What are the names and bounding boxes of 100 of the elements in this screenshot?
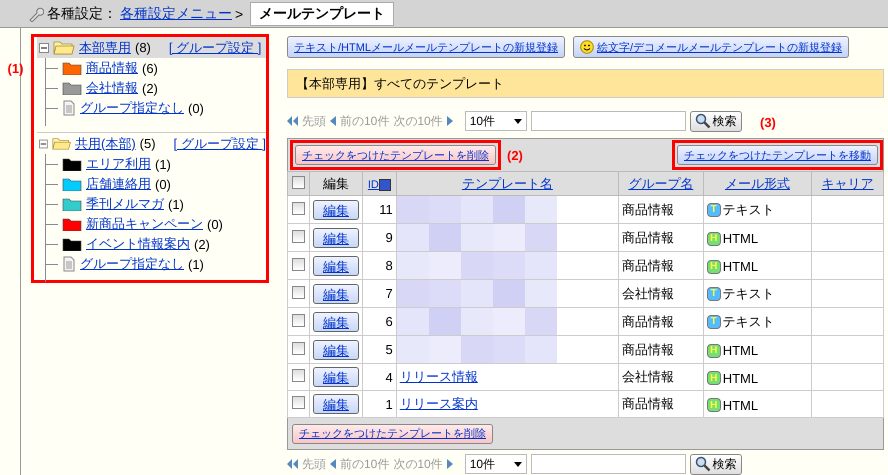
sort-icon[interactable] bbox=[378, 178, 391, 191]
table-cell: 7 bbox=[362, 280, 396, 308]
edit-button[interactable]: 編集 bbox=[312, 256, 359, 276]
edit-button[interactable]: 編集 bbox=[312, 394, 359, 414]
format-label: HTML bbox=[722, 398, 758, 412]
per-page-select[interactable]: 10件 bbox=[464, 454, 527, 474]
group-link[interactable]: グループ指定なし bbox=[80, 255, 184, 273]
format-label: HTML bbox=[722, 259, 758, 274]
group-link[interactable]: 共用(本部) bbox=[74, 134, 136, 152]
row-checkbox[interactable] bbox=[292, 314, 305, 326]
group-link[interactable]: 店舗連絡用 bbox=[86, 175, 151, 193]
group-link[interactable]: 本部専用 bbox=[79, 38, 131, 56]
format-badge: T bbox=[706, 286, 721, 301]
item-count: (1) bbox=[168, 196, 184, 212]
row-checkbox[interactable] bbox=[292, 258, 305, 270]
select-all-checkbox[interactable] bbox=[292, 176, 305, 188]
per-page-select[interactable]: 10件 bbox=[464, 111, 527, 131]
collapse-icon[interactable] bbox=[39, 138, 48, 148]
table-cell: 5 bbox=[362, 336, 396, 364]
left-arrow-icon bbox=[330, 459, 336, 469]
group-link[interactable]: 会社情報 bbox=[86, 79, 138, 97]
item-count: (5) bbox=[140, 136, 156, 151]
format-badge: T bbox=[706, 202, 721, 217]
edit-button[interactable]: 編集 bbox=[312, 200, 359, 220]
row-checkbox[interactable] bbox=[292, 230, 305, 242]
smiley-icon bbox=[580, 40, 594, 54]
tree-group-row[interactable]: 本部専用 (8) [ グループ設定 ] bbox=[37, 37, 266, 58]
item-count: (0) bbox=[207, 216, 223, 232]
search-button[interactable]: 検索 bbox=[690, 454, 742, 474]
left-arrow-icon bbox=[330, 116, 336, 126]
item-count: (6) bbox=[142, 60, 158, 76]
row-checkbox[interactable] bbox=[292, 202, 305, 214]
next-page-label: 次の10件 bbox=[393, 456, 443, 472]
caret-icon bbox=[514, 118, 522, 124]
folder-icon bbox=[52, 136, 71, 151]
table-cell: 会社情報 bbox=[618, 364, 704, 390]
row-checkbox[interactable] bbox=[292, 369, 305, 382]
table-cell: 商品情報 bbox=[618, 196, 704, 224]
group-settings-link[interactable]: [ グループ設定 ] bbox=[168, 38, 262, 56]
edit-button[interactable]: 編集 bbox=[312, 367, 359, 387]
table-cell: 6 bbox=[362, 308, 396, 336]
table-cell: 商品情報 bbox=[618, 336, 704, 364]
section-heading: 【本部専用】すべてのテンプレート bbox=[287, 69, 884, 98]
first-page-label: 先頭 bbox=[302, 456, 326, 472]
search-field[interactable] bbox=[530, 454, 686, 474]
edit-button[interactable]: 編集 bbox=[312, 228, 359, 248]
table-cell: 会社情報 bbox=[618, 280, 704, 308]
delete-button[interactable]: チェックをつけたテンプレートを削除 bbox=[295, 145, 496, 165]
format-label: テキスト bbox=[722, 200, 775, 219]
edit-button[interactable]: 編集 bbox=[312, 284, 359, 304]
format-badge: H bbox=[706, 344, 721, 358]
row-checkbox[interactable] bbox=[292, 342, 305, 354]
item-count: (8) bbox=[135, 40, 151, 55]
row-checkbox[interactable] bbox=[292, 286, 305, 298]
format-badge: H bbox=[706, 398, 721, 412]
tree-group-row[interactable]: 共用(本部) (5) [ グループ設定 ] bbox=[37, 133, 266, 154]
format-badge: T bbox=[706, 314, 721, 329]
table-cell: 商品情報 bbox=[618, 308, 704, 336]
table-cell: 商品情報 bbox=[618, 252, 704, 280]
group-link[interactable]: グループ指定なし bbox=[80, 99, 184, 117]
wrench-icon bbox=[28, 6, 44, 22]
row-checkbox[interactable] bbox=[292, 396, 305, 409]
item-count: (1) bbox=[188, 256, 204, 272]
group-link[interactable]: エリア利用 bbox=[86, 155, 151, 173]
double-left-arrow-icon bbox=[287, 459, 298, 469]
annotation-label: (3) bbox=[760, 115, 776, 130]
item-count: (0) bbox=[188, 100, 204, 116]
delete-button[interactable]: チェックをつけたテンプレートを削除 bbox=[292, 424, 493, 444]
group-link[interactable]: 季刊メルマガ bbox=[86, 195, 164, 213]
table-cell: 9 bbox=[362, 224, 396, 252]
group-link[interactable]: 商品情報 bbox=[86, 59, 138, 77]
column-header-link[interactable]: ID bbox=[368, 179, 379, 191]
breadcrumb-separator: > bbox=[235, 6, 244, 22]
group-link[interactable]: 新商品キャンペーン bbox=[86, 215, 203, 233]
table-cell: 8 bbox=[362, 252, 396, 280]
column-header: 編集 bbox=[309, 172, 362, 196]
item-count: (1) bbox=[155, 156, 171, 172]
search-field[interactable] bbox=[530, 111, 686, 131]
format-label: HTML bbox=[722, 231, 758, 246]
first-page-label: 先頭 bbox=[302, 112, 326, 130]
group-link[interactable]: イベント情報案内 bbox=[86, 235, 190, 253]
current-page-title: メールテンプレート bbox=[250, 2, 394, 26]
annotation-label: (2) bbox=[507, 148, 523, 162]
format-badge: H bbox=[706, 260, 721, 274]
move-button[interactable]: チェックをつけたテンプレートを移動 bbox=[677, 145, 878, 165]
collapse-icon[interactable] bbox=[39, 42, 49, 52]
right-arrow-icon bbox=[446, 459, 453, 469]
new-template-button[interactable]: テキスト/HTMLメールメールテンプレートの新規登録 bbox=[287, 36, 565, 58]
annotation-label: (1) bbox=[8, 61, 24, 78]
prev-page-label: 前の10件 bbox=[340, 112, 390, 130]
search-button[interactable]: 検索 bbox=[690, 110, 742, 132]
group-settings-link[interactable]: [ グループ設定 ] bbox=[174, 134, 266, 152]
format-badge: H bbox=[706, 371, 721, 385]
table-cell: 商品情報 bbox=[618, 224, 704, 252]
edit-button[interactable]: 編集 bbox=[312, 312, 359, 332]
double-left-arrow-icon bbox=[287, 116, 298, 126]
new-template-button[interactable]: 絵文字/デコメールメールテンプレートの新規登録 bbox=[573, 36, 850, 58]
breadcrumb-link[interactable]: 各種設定メニュー bbox=[120, 4, 232, 22]
caret-icon bbox=[514, 462, 522, 466]
edit-button[interactable]: 編集 bbox=[312, 340, 359, 360]
